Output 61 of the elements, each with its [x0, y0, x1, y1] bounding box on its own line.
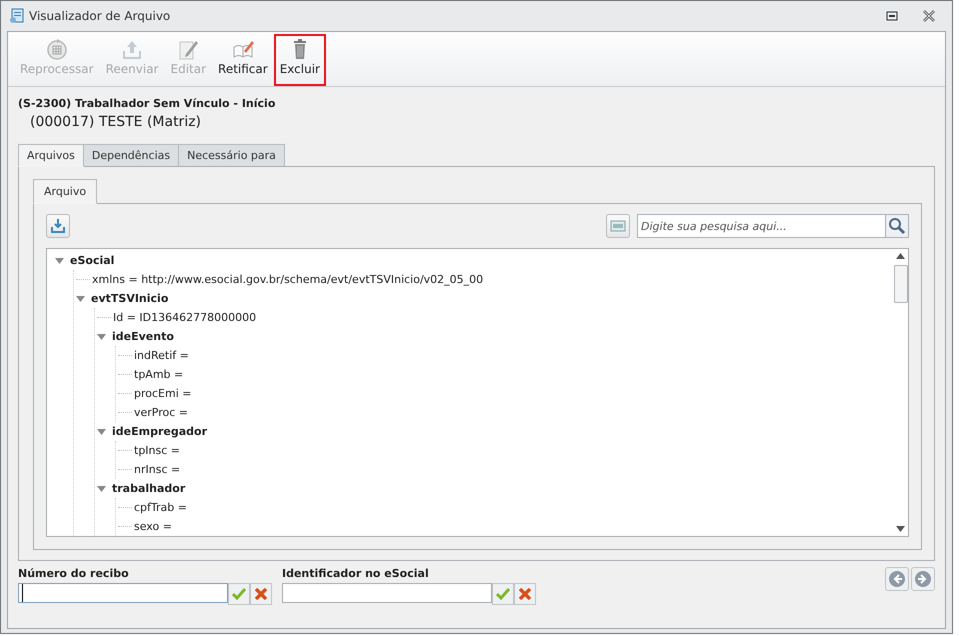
tree-node[interactable]: tpAmb =	[134, 368, 184, 381]
confirm-button[interactable]	[492, 583, 514, 605]
caret-icon[interactable]	[97, 334, 106, 340]
input-field[interactable]	[282, 583, 492, 603]
search-icon	[888, 217, 906, 235]
download-icon	[50, 218, 66, 234]
tree-node[interactable]: tpInsc =	[134, 444, 180, 457]
tree-node[interactable]: xmlns = http://www.esocial.gov.br/schema/evt/evtTSVInicio/v02_05_00	[92, 273, 484, 286]
tab[interactable]: Arquivo	[33, 179, 98, 204]
arrow-left-icon	[889, 571, 905, 587]
caret-icon[interactable]	[55, 258, 64, 264]
cancel-button[interactable]	[514, 583, 536, 605]
toolbar-button[interactable]: Excluir	[274, 34, 326, 86]
restore-icon	[886, 11, 898, 21]
tree-node[interactable]: ideEvento	[112, 330, 174, 343]
close-icon	[255, 588, 267, 600]
xml-button[interactable]	[606, 214, 630, 238]
caret-icon[interactable]	[76, 296, 85, 302]
confirm-button[interactable]	[228, 583, 250, 605]
pencil-icon	[177, 38, 200, 60]
download-button[interactable]	[46, 214, 70, 238]
tab[interactable]: Arquivos	[18, 144, 84, 167]
search-button[interactable]	[885, 214, 909, 238]
previous-button[interactable]	[885, 567, 909, 591]
scroll-thumb[interactable]	[894, 265, 908, 303]
tree-node[interactable]: Id = ID136462778000000	[113, 311, 256, 324]
company-name: (000017) TESTE (Matriz)	[30, 114, 202, 130]
scroll-up-icon	[896, 253, 905, 259]
next-button[interactable]	[911, 567, 935, 591]
close-icon	[922, 10, 936, 22]
caret-icon[interactable]	[97, 486, 106, 492]
caret-icon[interactable]	[97, 428, 106, 434]
scroll-down-icon	[896, 526, 905, 532]
search-field[interactable]: Digite sua pesquisa aqui...	[637, 214, 885, 238]
check-icon	[232, 588, 246, 600]
tree-node[interactable]: trabalhador	[112, 482, 186, 495]
window-title: Visualizador de Arquivo	[29, 9, 170, 23]
event-title: (S-2300) Trabalhador Sem Vínculo - Início	[18, 97, 276, 110]
field-label: Identificador no eSocial	[282, 567, 430, 580]
input-field[interactable]	[18, 583, 228, 603]
tree-node[interactable]: sexo =	[134, 520, 172, 533]
tree-node[interactable]: verProc =	[134, 406, 188, 419]
cancel-button[interactable]	[250, 583, 272, 605]
calculator-icon	[46, 38, 68, 60]
tree-node[interactable]: procEmi =	[134, 387, 192, 400]
arrow-right-icon	[915, 571, 931, 587]
tree-node[interactable]: ideEmpregador	[112, 425, 207, 438]
check-icon	[496, 588, 510, 600]
close-icon	[519, 588, 531, 600]
tree-node[interactable]: evtTSVInicio	[91, 292, 168, 305]
tree-node[interactable]: cpfTrab =	[134, 501, 187, 514]
tab[interactable]: Dependências	[82, 144, 180, 167]
field-label: Número do recibo	[18, 567, 130, 580]
document-icon	[610, 220, 626, 232]
toolbar-button[interactable]: Retificar	[212, 34, 274, 86]
tree-node[interactable]: indRetif =	[134, 349, 189, 362]
book-pencil-icon	[232, 38, 254, 60]
tree-node[interactable]: nrInsc =	[134, 463, 180, 476]
tab[interactable]: Necessário para	[178, 144, 285, 167]
tree-node[interactable]: eSocial	[70, 254, 114, 267]
app-icon	[9, 8, 25, 24]
